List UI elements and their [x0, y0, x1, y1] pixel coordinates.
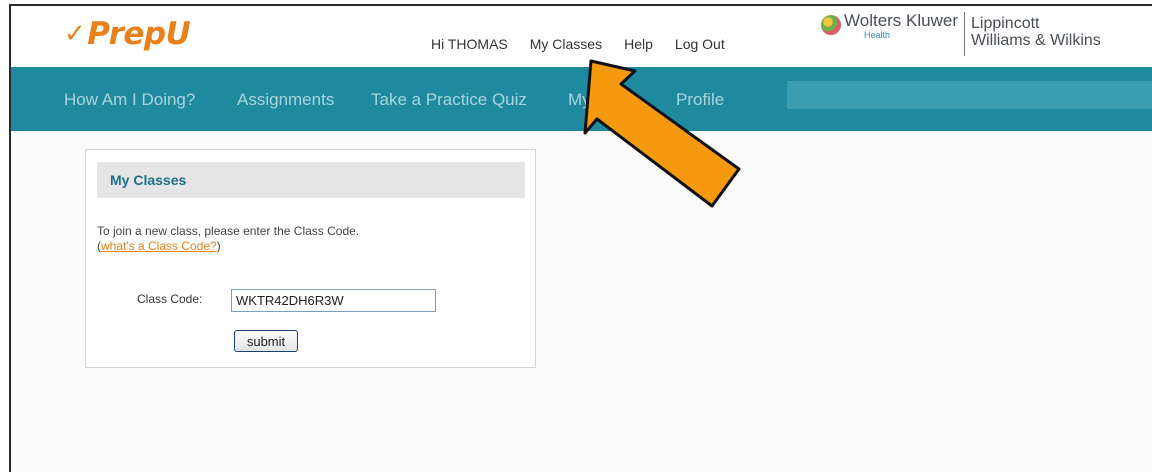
close-paren: ) [216, 239, 221, 253]
nav-my-prefix[interactable]: My [568, 90, 591, 110]
nav-practice-quiz[interactable]: Take a Practice Quiz [371, 90, 527, 110]
help-link[interactable]: Help [624, 36, 653, 52]
class-code-label: Class Code: [137, 292, 203, 306]
class-code-input[interactable] [231, 289, 436, 312]
panel-header: My Classes [97, 162, 525, 198]
nav-search-area [787, 81, 1152, 109]
panel-title: My Classes [110, 172, 187, 188]
brand-divider [964, 12, 965, 56]
main-navigation: How Am I Doing? Assignments Take a Pract… [11, 67, 1152, 131]
wolters-kluwer-name: Wolters Kluwer [844, 11, 958, 30]
checkmark-icon: ✓ [64, 19, 86, 49]
header: ✓ PrepU Hi THOMAS My Classes Help Log Ou… [11, 6, 1152, 67]
submit-button[interactable]: submit [234, 330, 298, 352]
instruction-text: To join a new class, please enter the Cl… [97, 224, 360, 238]
wolters-kluwer-globe-icon [821, 15, 841, 35]
prepu-logo[interactable]: ✓ PrepU [64, 16, 191, 52]
nav-assignments[interactable]: Assignments [237, 90, 334, 110]
join-instructions: To join a new class, please enter the Cl… [97, 224, 359, 254]
lippincott-name: Lippincott [971, 15, 1040, 32]
nav-how-am-i-doing[interactable]: How Am I Doing? [64, 90, 195, 110]
publisher-brand: Wolters Kluwer Health Lippincott William… [821, 12, 1101, 56]
my-classes-link[interactable]: My Classes [530, 36, 602, 52]
williams-wilkins-name: Williams & Wilkins [971, 32, 1101, 49]
my-classes-panel: My Classes To join a new class, please e… [85, 149, 536, 368]
user-greeting: Hi THOMAS [431, 36, 508, 52]
top-links: Hi THOMAS My Classes Help Log Out [431, 36, 747, 52]
logo-text: PrepU [87, 16, 191, 52]
health-label: Health [864, 30, 891, 40]
class-code-help-link[interactable]: what's a Class Code? [101, 239, 217, 253]
nav-profile[interactable]: Profile [676, 90, 724, 110]
browser-page: ✓ PrepU Hi THOMAS My Classes Help Log Ou… [9, 4, 1152, 472]
logout-link[interactable]: Log Out [675, 36, 725, 52]
